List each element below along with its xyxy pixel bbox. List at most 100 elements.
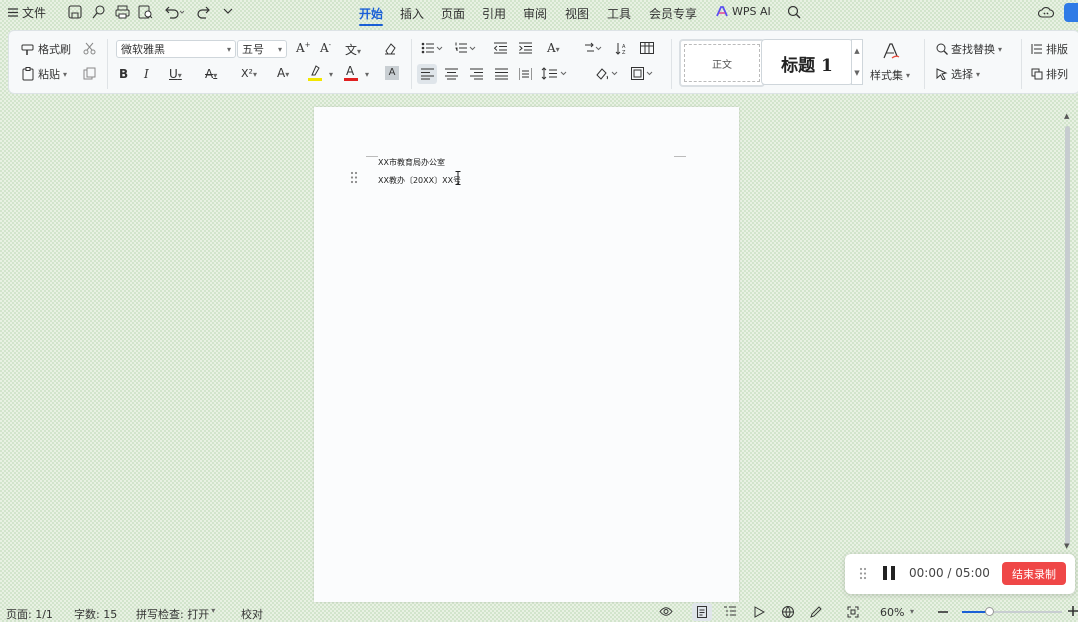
drag-handle-icon[interactable] — [859, 567, 867, 580]
bullet-list-icon[interactable] — [421, 42, 443, 54]
redo-icon[interactable] — [197, 5, 211, 19]
change-case-icon[interactable]: A▾ — [547, 41, 560, 55]
doc-line-issuer[interactable]: XX市教育局办公室 — [378, 157, 445, 168]
superscript-icon[interactable]: X²▾ — [241, 67, 257, 80]
fit-page-icon[interactable] — [847, 606, 859, 618]
style-heading-tile[interactable]: 标题 1 — [761, 39, 853, 85]
shrink-font-icon[interactable]: A- — [320, 41, 331, 55]
zoom-slider-thumb[interactable] — [985, 607, 994, 616]
phonetic-guide-icon[interactable]: 文▾ — [345, 41, 361, 58]
font-name-select[interactable]: 微软雅黑 ▾ — [116, 40, 236, 58]
select-label: 选择 — [951, 68, 973, 81]
chevron-down-icon[interactable]: ▾ — [365, 70, 369, 79]
numbered-list-icon[interactable] — [454, 42, 476, 54]
scrollbar-thumb[interactable] — [1065, 126, 1070, 546]
drag-handle-icon[interactable] — [350, 171, 358, 184]
more-chevron-icon[interactable] — [223, 7, 233, 15]
group-divider — [671, 39, 672, 89]
undo-icon[interactable] — [164, 5, 184, 19]
font-size-select[interactable]: 五号 ▾ — [237, 40, 287, 58]
copy-icon[interactable] — [83, 67, 96, 80]
arrange-button[interactable]: 排列 — [1031, 66, 1068, 82]
document-page[interactable]: XX市教育局办公室 XX教办〔20XX〕XX号 — [314, 107, 739, 602]
decrease-indent-icon[interactable] — [494, 42, 507, 54]
text-effect-icon[interactable]: A▾ — [277, 66, 289, 80]
format-painter-label: 格式刷 — [38, 43, 71, 56]
grow-font-icon[interactable]: A+ — [296, 41, 311, 55]
sort-icon[interactable]: AZ — [615, 42, 629, 55]
tab-insert[interactable]: 插入 — [400, 5, 424, 22]
eye-icon[interactable] — [659, 606, 673, 617]
spell-check-toggle[interactable]: 拼写检查: 打开 ▾ — [136, 606, 215, 622]
zoom-level[interactable]: 60% — [880, 606, 904, 619]
styles-set-icon[interactable] — [882, 42, 900, 60]
chevron-up-icon[interactable]: ▲ — [854, 47, 859, 55]
underline-icon[interactable]: U▾ — [169, 67, 182, 81]
share-button[interactable] — [1064, 3, 1078, 22]
style-scroll-buttons[interactable]: ▲ ▼ — [851, 39, 863, 85]
zoom-in-icon[interactable] — [1068, 606, 1078, 616]
tab-references[interactable]: 引用 — [482, 5, 506, 22]
styles-set-button[interactable]: 样式集 ▾ — [870, 67, 910, 83]
stop-recording-button[interactable]: 结束录制 — [1002, 562, 1066, 585]
bold-icon[interactable]: B — [119, 67, 128, 81]
distributed-align-icon[interactable] — [519, 68, 532, 80]
borders-icon[interactable] — [631, 67, 655, 80]
style-normal-tile[interactable]: 正文 — [679, 39, 765, 87]
print-preview-icon[interactable] — [138, 5, 153, 19]
increase-indent-icon[interactable] — [519, 42, 532, 54]
show-marks-icon[interactable] — [640, 42, 654, 54]
layout-button[interactable]: 排版 — [1031, 41, 1068, 57]
zoom-slider[interactable] — [962, 607, 1062, 616]
align-right-icon[interactable] — [470, 68, 483, 80]
justify-icon[interactable] — [495, 68, 508, 80]
clear-format-icon[interactable] — [383, 42, 397, 55]
word-count[interactable]: 字数: 15 — [74, 606, 117, 622]
page-indicator[interactable]: 页面: 1/1 — [6, 606, 53, 622]
paragraph-shading-icon[interactable] — [595, 67, 619, 80]
font-color-button[interactable]: A — [343, 64, 363, 83]
scroll-down-icon[interactable]: ▼ — [1064, 542, 1069, 550]
paste-button[interactable]: 粘贴 ▾ — [21, 66, 67, 82]
align-center-icon[interactable] — [445, 68, 458, 80]
page-view-icon[interactable] — [692, 603, 712, 621]
tab-review[interactable]: 审阅 — [523, 5, 547, 22]
chevron-down-icon[interactable]: ▼ — [854, 69, 859, 77]
wps-ai-button[interactable]: WPS AI — [716, 5, 771, 18]
pause-icon[interactable] — [882, 565, 896, 581]
search-icon[interactable] — [787, 5, 801, 19]
proofread-button[interactable]: 校对 — [241, 606, 263, 622]
print-icon[interactable] — [115, 5, 130, 19]
scroll-up-icon[interactable]: ▲ — [1064, 112, 1069, 120]
pen-icon[interactable] — [810, 606, 822, 618]
export-icon[interactable] — [92, 5, 106, 19]
format-painter-button[interactable]: 格式刷 — [21, 41, 71, 57]
line-spacing-icon[interactable] — [541, 67, 567, 80]
outline-view-icon[interactable] — [724, 606, 736, 618]
char-shading-icon[interactable]: A — [385, 66, 399, 80]
chevron-down-icon[interactable]: ▾ — [910, 607, 914, 616]
find-replace-button[interactable]: 查找替换 ▾ — [936, 41, 1002, 57]
web-view-icon[interactable] — [782, 606, 794, 618]
save-icon[interactable] — [68, 5, 82, 19]
tab-home[interactable]: 开始 — [359, 5, 384, 26]
tab-view[interactable]: 视图 — [565, 5, 589, 22]
chevron-down-icon: ▾ — [998, 44, 1003, 54]
tab-page[interactable]: 页面 — [441, 5, 465, 22]
play-icon[interactable] — [754, 606, 765, 618]
cloud-icon[interactable] — [1038, 5, 1054, 19]
chevron-down-icon[interactable]: ▾ — [329, 70, 333, 79]
highlight-color-button[interactable] — [307, 65, 327, 83]
cut-icon[interactable] — [83, 42, 96, 55]
file-menu[interactable]: 文件 — [8, 4, 46, 21]
select-button[interactable]: 选择 ▾ — [936, 66, 980, 82]
doc-line-doc-number[interactable]: XX教办〔20XX〕XX号 — [378, 175, 461, 186]
italic-icon[interactable]: I — [144, 67, 149, 81]
tab-member[interactable]: 会员专享 — [649, 5, 697, 22]
zoom-out-icon[interactable] — [938, 607, 948, 617]
vertical-scrollbar[interactable]: ▲ ▼ — [1062, 108, 1072, 598]
strikethrough-icon[interactable]: A▾ — [205, 67, 217, 81]
align-left-icon[interactable] — [417, 64, 437, 84]
line-break-icon[interactable] — [583, 42, 603, 54]
tab-tools[interactable]: 工具 — [607, 5, 631, 22]
